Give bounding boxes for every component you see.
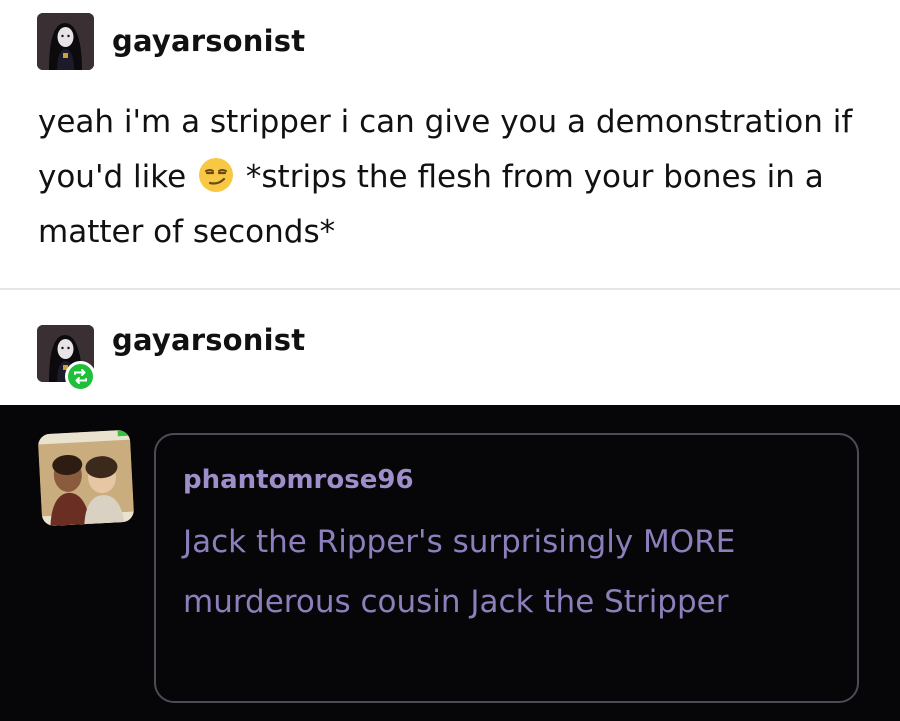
reblog-header: gayarsonist [0, 288, 900, 407]
reblog-icon [65, 361, 96, 392]
post-body: yeah i'm a stripper i can give you a dem… [38, 95, 868, 260]
post-username[interactable]: gayarsonist [112, 24, 305, 58]
smirking-face-icon [198, 156, 234, 192]
avatar[interactable] [37, 13, 94, 70]
reply-username[interactable]: phantomrose96 [183, 465, 414, 495]
reply-bubble: phantomrose96 Jack the Ripper's surprisi… [154, 433, 859, 703]
original-post: gayarsonist yeah i'm a stripper i can gi… [0, 0, 900, 288]
reply-text: Jack the Ripper's surprisingly MORE murd… [183, 524, 736, 620]
avatar-image [37, 13, 94, 70]
reply-screenshot: phantomrose96 Jack the Ripper's surprisi… [0, 405, 900, 721]
reply-avatar[interactable] [37, 429, 135, 527]
reblog-username[interactable]: gayarsonist [112, 323, 305, 357]
reply-avatar-image [37, 429, 135, 527]
